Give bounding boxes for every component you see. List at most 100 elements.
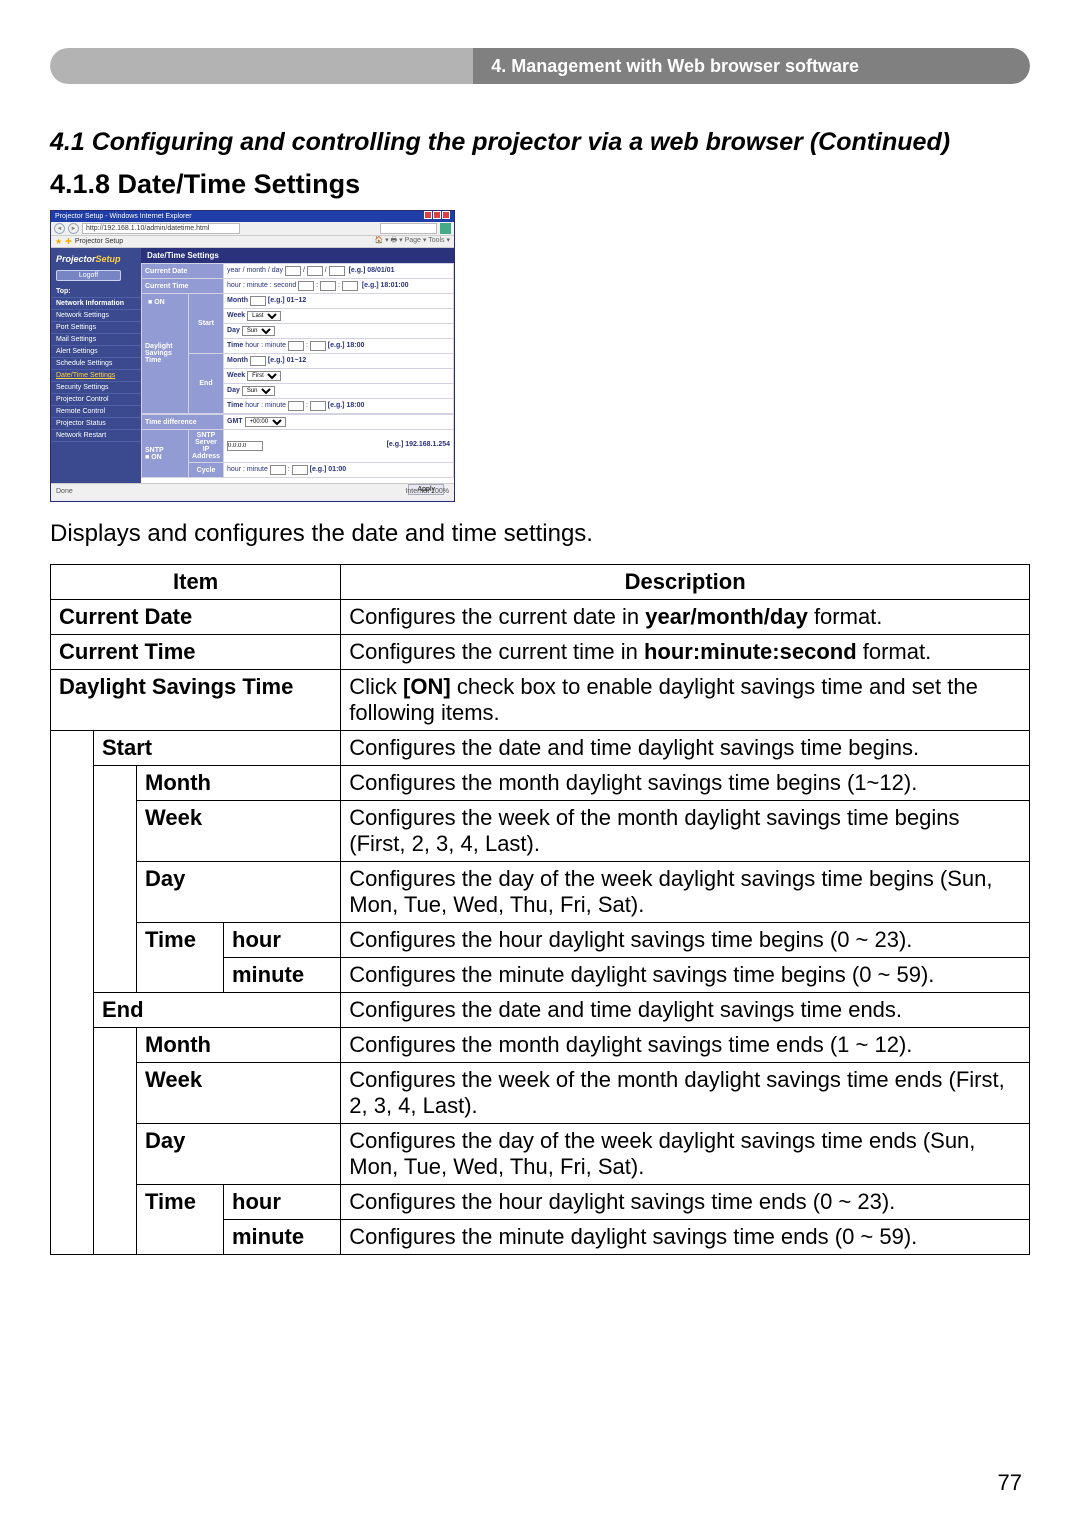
nav-port-settings[interactable]: Port Settings: [51, 322, 141, 334]
chapter-header: 4. Management with Web browser software: [50, 48, 1030, 84]
row-start-month: Month [e.g.] 01~12: [224, 294, 454, 309]
nav-alert-settings[interactable]: Alert Settings: [51, 346, 141, 358]
desc-start-month: Configures the month daylight savings ti…: [341, 766, 1030, 801]
desc-start-week: Configures the week of the month dayligh…: [341, 801, 1030, 862]
desc-end-week: Configures the week of the month dayligh…: [341, 1063, 1030, 1124]
row-end-day: Day Sun: [224, 384, 454, 399]
val-sntp-ip: [e.g.] 192.168.1.254: [224, 430, 454, 463]
nav-back-icon[interactable]: ◄: [54, 223, 65, 234]
nav-remote-control[interactable]: Remote Control: [51, 406, 141, 418]
nav-fwd-icon[interactable]: ►: [68, 223, 79, 234]
item-start-day: Day: [137, 862, 341, 923]
logoff-button[interactable]: Logoff: [56, 270, 121, 281]
browser-tab[interactable]: Projector Setup: [75, 238, 123, 245]
desc-start-minute: Configures the minute daylight savings t…: [341, 958, 1030, 993]
desc-start-hour: Configures the hour daylight savings tim…: [341, 923, 1030, 958]
item-end-minute: minute: [224, 1220, 341, 1255]
lab-end: End: [189, 354, 224, 414]
end-min-input[interactable]: [310, 401, 326, 411]
nav-network-settings[interactable]: Network Settings: [51, 310, 141, 322]
window-titlebar: Projector Setup - Windows Internet Explo…: [51, 211, 454, 222]
item-start-hour: hour: [224, 923, 341, 958]
nav-top[interactable]: Top:: [51, 286, 141, 298]
start-min-input[interactable]: [310, 341, 326, 351]
desc-start: Configures the date and time daylight sa…: [341, 731, 1030, 766]
end-hour-input[interactable]: [288, 401, 304, 411]
desc-end-hour: Configures the hour daylight savings tim…: [341, 1185, 1030, 1220]
screenshot: Projector Setup - Windows Internet Explo…: [50, 210, 455, 502]
dst-on-check[interactable]: ■ ON: [146, 299, 167, 306]
item-current-time: Current Time: [51, 635, 341, 670]
subsection-title: 4.1.8 Date/Time Settings: [50, 169, 1030, 200]
item-dst: Daylight Savings Time: [51, 670, 341, 731]
section-title: 4.1 Configuring and controlling the proj…: [50, 128, 1030, 157]
item-start-week: Week: [137, 801, 341, 862]
min-input[interactable]: [320, 281, 336, 291]
start-month-input[interactable]: [250, 296, 266, 306]
description-table: Item Description Current Date Configures…: [50, 564, 1030, 1255]
window-buttons[interactable]: [423, 211, 450, 222]
sntp-ip-input[interactable]: [227, 441, 263, 451]
row-start-week: Week Last: [224, 309, 454, 324]
desc-dst: Click [ON] check box to enable daylight …: [341, 670, 1030, 731]
chapter-header-title: 4. Management with Web browser software: [473, 48, 1030, 84]
end-day-select[interactable]: Sun: [242, 386, 275, 396]
go-button[interactable]: [440, 223, 451, 234]
year-input[interactable]: [285, 266, 301, 276]
nav-datetime-settings[interactable]: Date/Time Settings: [51, 370, 141, 382]
intro-text: Displays and configures the date and tim…: [50, 520, 1030, 548]
item-start-minute: minute: [224, 958, 341, 993]
month-input[interactable]: [307, 266, 323, 276]
lab-current-time: Current Time: [142, 279, 224, 294]
item-end-day: Day: [137, 1124, 341, 1185]
indent-end: [94, 1028, 137, 1255]
sec-input[interactable]: [342, 281, 358, 291]
val-current-time: hour : minute : second : : [e.g.] 18:01:…: [224, 279, 454, 294]
start-day-select[interactable]: Sun: [242, 326, 275, 336]
nav-schedule-settings[interactable]: Schedule Settings: [51, 358, 141, 370]
indent-dst: [51, 731, 94, 1255]
search-field[interactable]: [380, 223, 437, 234]
nav-network-restart[interactable]: Network Restart: [51, 430, 141, 442]
lab-sntp: SNTP■ ON: [142, 430, 189, 478]
nav-mail-settings[interactable]: Mail Settings: [51, 334, 141, 346]
desc-start-day: Configures the day of the week daylight …: [341, 862, 1030, 923]
nav-projector-status[interactable]: Projector Status: [51, 418, 141, 430]
desc-end-month: Configures the month daylight savings ti…: [341, 1028, 1030, 1063]
start-hour-input[interactable]: [288, 341, 304, 351]
lab-cycle: Cycle: [189, 463, 224, 478]
window-title: Projector Setup - Windows Internet Explo…: [55, 211, 192, 222]
status-right: Internet 100%: [405, 488, 449, 495]
url-field[interactable]: http://192.168.1.10/admin/datetime.html: [82, 223, 240, 234]
item-end: End: [94, 993, 341, 1028]
fav-icon[interactable]: ★: [55, 237, 62, 246]
day-input[interactable]: [329, 266, 345, 276]
val-current-date: year / month / day / / [e.g.] 08/01/01: [224, 264, 454, 279]
item-start: Start: [94, 731, 341, 766]
sidebar: ProjectorSetup Logoff Top: Network Infor…: [51, 248, 141, 483]
desc-end: Configures the date and time daylight sa…: [341, 993, 1030, 1028]
sidebar-logo: ProjectorSetup: [51, 251, 141, 270]
desc-current-time: Configures the current time in hour:minu…: [341, 635, 1030, 670]
status-left: Done: [56, 488, 73, 495]
row-end-time: Time hour : minute : [e.g.] 18:00: [224, 399, 454, 414]
end-month-input[interactable]: [250, 356, 266, 366]
nav-security-settings[interactable]: Security Settings: [51, 382, 141, 394]
cycle-hour-input[interactable]: [270, 465, 286, 475]
item-end-month: Month: [137, 1028, 341, 1063]
chapter-header-left: [50, 48, 473, 84]
nav-network-info[interactable]: Network Information: [51, 298, 141, 310]
gmt-select[interactable]: +00:00: [245, 417, 286, 427]
fav-add-icon[interactable]: ✚: [65, 237, 72, 246]
row-end-week: Week First: [224, 369, 454, 384]
nav-projector-control[interactable]: Projector Control: [51, 394, 141, 406]
start-week-select[interactable]: Last: [247, 311, 281, 321]
lab-time-diff: Time difference: [142, 415, 224, 430]
toolbar-right: 🏠 ▾ 🖶 ▾ Page ▾ Tools ▾: [374, 236, 450, 247]
lab-current-date: Current Date: [142, 264, 224, 279]
panel-title: Date/Time Settings: [141, 248, 454, 263]
cycle-min-input[interactable]: [292, 465, 308, 475]
indent-start: [94, 766, 137, 993]
hour-input[interactable]: [298, 281, 314, 291]
end-week-select[interactable]: First: [247, 371, 281, 381]
